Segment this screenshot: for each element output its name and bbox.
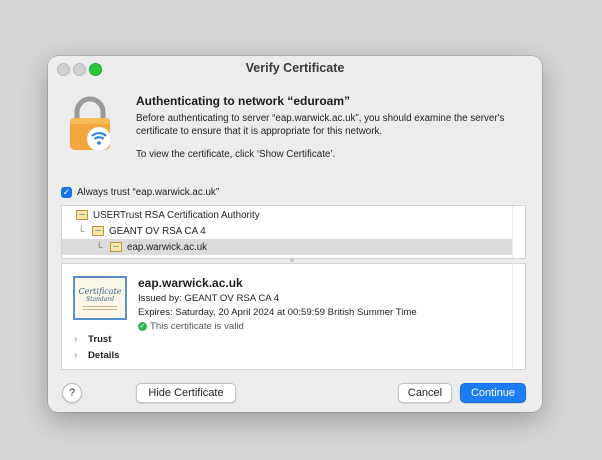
hide-certificate-button[interactable]: Hide Certificate (136, 383, 236, 403)
certificate-status-label: This certificate is valid (150, 321, 244, 332)
certificate-details-pane: Certificate Standard eap.warwick.ac.uk I… (61, 263, 526, 370)
thumbnail-subtitle: Standard (85, 295, 115, 303)
certificate-status: ✓ This certificate is valid (138, 321, 244, 332)
verify-certificate-dialog: Verify Certificate Authenticating to net… (48, 56, 542, 412)
certificate-icon (110, 242, 122, 252)
chain-item-label: USERTrust RSA Certification Authority (93, 209, 260, 221)
trust-disclosure[interactable]: › Trust (74, 334, 111, 345)
chain-item-label: eap.warwick.ac.uk (127, 241, 208, 253)
help-button[interactable]: ? (62, 383, 82, 403)
details-disclosure[interactable]: › Details (74, 350, 119, 361)
trust-disclosure-label: Trust (88, 334, 112, 345)
details-disclosure-label: Details (88, 350, 120, 361)
details-scrollbar[interactable] (512, 264, 525, 369)
certificate-icon (92, 226, 104, 236)
lock-wifi-icon (70, 96, 112, 152)
chain-item-label: GEANT OV RSA CA 4 (109, 225, 206, 237)
dialog-heading: Authenticating to network “eduroam” (136, 94, 351, 108)
checkmark-icon: ✓ (138, 322, 147, 331)
always-trust-label[interactable]: Always trust “eap.warwick.ac.uk” (77, 187, 219, 198)
chain-scrollbar[interactable] (512, 206, 525, 258)
chevron-right-icon: › (74, 334, 78, 345)
always-trust-checkbox[interactable]: ✓ (61, 187, 72, 198)
certificate-chain-list: USERTrust RSA Certification Authority └ … (61, 205, 526, 259)
certificate-name: eap.warwick.ac.uk (138, 276, 243, 290)
cancel-button[interactable]: Cancel (398, 383, 452, 403)
continue-button[interactable]: Continue (460, 383, 526, 403)
certificate-expiry: Expires: Saturday, 20 April 2024 at 00:5… (138, 307, 417, 318)
title-bar: Verify Certificate (48, 56, 542, 82)
certificate-issuer: Issued by: GEANT OV RSA CA 4 (138, 293, 280, 304)
dialog-instruction: To view the certificate, click ‘Show Cer… (136, 149, 336, 160)
chevron-right-icon: › (74, 350, 78, 361)
chain-item-root[interactable]: USERTrust RSA Certification Authority (76, 207, 496, 223)
always-trust-row[interactable]: ✓ Always trust “eap.warwick.ac.uk” (61, 187, 219, 198)
dialog-message: Before authenticating to server “eap.war… (136, 113, 505, 137)
certificate-icon (76, 210, 88, 220)
chain-item-intermediate[interactable]: └ GEANT OV RSA CA 4 (78, 223, 498, 239)
chain-item-leaf[interactable]: └ eap.warwick.ac.uk (62, 239, 512, 255)
tree-elbow-icon: └ (96, 242, 103, 252)
split-view-handle[interactable] (290, 258, 294, 262)
thumbnail-lines (83, 305, 117, 310)
window-title: Verify Certificate (245, 61, 345, 75)
certificate-thumbnail: Certificate Standard (73, 276, 127, 320)
tree-elbow-icon: └ (78, 226, 85, 236)
thumbnail-title: Certificate (78, 286, 122, 296)
